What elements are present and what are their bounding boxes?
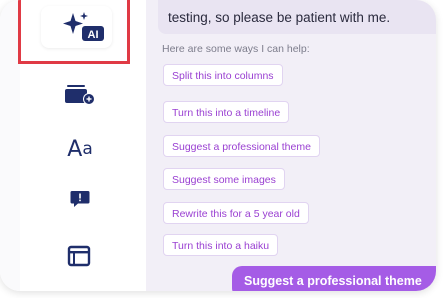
ai-badge-label: AI bbox=[88, 29, 99, 41]
user-message-bubble: Suggest a professional theme bbox=[232, 266, 436, 291]
app-frame: AI Aa testing, so please be patient with… bbox=[0, 0, 436, 291]
sidebar-edge bbox=[0, 0, 20, 291]
text-style-glyph-small: a bbox=[82, 139, 93, 159]
add-slide-icon[interactable] bbox=[64, 84, 98, 106]
text-style-icon[interactable]: Aa bbox=[62, 136, 98, 162]
suggestion-chip-rewrite-5-year-old[interactable]: Rewrite this for a 5 year old bbox=[163, 202, 309, 224]
help-intro-text: Here are some ways I can help: bbox=[162, 43, 310, 55]
suggestion-chip-haiku[interactable]: Turn this into a haiku bbox=[163, 234, 279, 256]
text-style-glyph-large: A bbox=[67, 136, 83, 162]
sparkle-ai-icon: AI bbox=[63, 12, 104, 41]
comment-icon[interactable] bbox=[70, 190, 90, 208]
suggestion-chip-split-columns[interactable]: Split this into columns bbox=[163, 64, 283, 86]
suggestion-chip-timeline[interactable]: Turn this into a timeline bbox=[163, 101, 290, 123]
suggestion-chip-professional-theme[interactable]: Suggest a professional theme bbox=[163, 135, 320, 157]
layout-icon[interactable] bbox=[67, 245, 91, 267]
tool-sidebar: AI Aa bbox=[0, 0, 146, 291]
suggestion-chip-images[interactable]: Suggest some images bbox=[163, 168, 285, 190]
assistant-message-text: testing, so please be patient with me. bbox=[168, 10, 391, 25]
